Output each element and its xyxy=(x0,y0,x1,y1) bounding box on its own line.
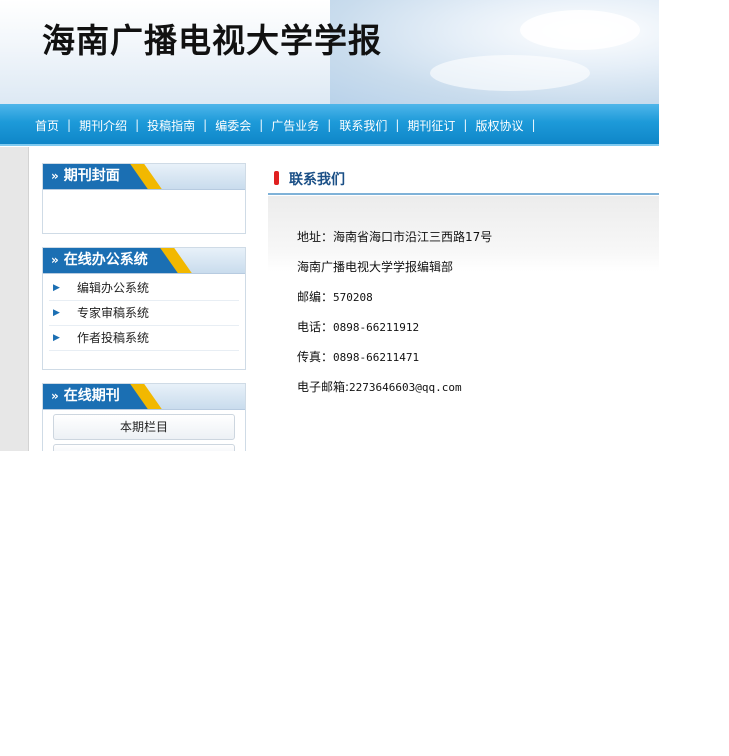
list-item[interactable]: ▶ 作者投稿系统 xyxy=(49,326,239,351)
email-line: 电子邮箱:2273646603@qq.com xyxy=(297,380,492,410)
double-chevron-icon: » xyxy=(51,389,59,403)
nav-separator: | xyxy=(463,118,468,132)
office-panel: » 在线办公系统 ▶ 编辑办公系统 ▶ 专家审稿系统 ▶ 作者投稿系统 xyxy=(42,247,246,370)
banner-cloud xyxy=(520,10,640,50)
online-journal-panel: » 在线期刊 本期栏目 xyxy=(42,383,246,451)
nav-separator: | xyxy=(395,118,400,132)
panel-tab: » 在线办公系统 xyxy=(43,248,182,273)
nav-item-copyright[interactable]: 版权协议 | xyxy=(475,117,543,134)
panel-header: » 在线办公系统 xyxy=(43,248,245,274)
nav-item-label[interactable]: 期刊介绍 xyxy=(79,117,127,134)
phone-line: 电话：0898-66211912 xyxy=(297,320,492,350)
nav-item-editorial-board[interactable]: 编委会 | xyxy=(215,117,271,134)
org-name: 海南广播电视大学学报编辑部 xyxy=(297,260,454,274)
link-label[interactable]: 作者投稿系统 xyxy=(77,331,149,345)
link-label[interactable]: 编辑办公系统 xyxy=(77,281,149,295)
triangle-right-icon: ▶ xyxy=(53,283,60,293)
fax-line: 传真：0898-66211471 xyxy=(297,350,492,380)
cover-panel: » 期刊封面 xyxy=(42,163,246,234)
contact-info: 地址：海南省海口市沿江三西路17号 海南广播电视大学学报编辑部 邮编：57020… xyxy=(297,230,492,410)
nav-item-home[interactable]: 首页 | xyxy=(35,117,79,134)
nav-separator: | xyxy=(67,118,72,132)
red-marker-icon xyxy=(274,171,279,185)
content-header: 联系我们 xyxy=(268,163,659,195)
triangle-right-icon: ▶ xyxy=(53,308,60,318)
banner-cloud xyxy=(430,55,590,91)
list-item[interactable]: ▶ 编辑办公系统 xyxy=(49,276,239,301)
page: 海南广播电视大学学报 首页 | 期刊介绍 | 投稿指南 | 编委会 | 广告业务 | 联系… xyxy=(0,0,659,451)
org-line: 海南广播电视大学学报编辑部 xyxy=(297,260,492,290)
nav-separator: | xyxy=(203,118,208,132)
nav-separator: | xyxy=(531,118,536,132)
postcode-value: 570208 xyxy=(333,291,373,304)
panel-title: 期刊封面 xyxy=(63,168,120,184)
double-chevron-icon: » xyxy=(51,253,59,267)
nav-item-label[interactable]: 投稿指南 xyxy=(147,117,195,134)
email-label: 电子邮箱: xyxy=(297,380,350,394)
fax-label: 传真： xyxy=(297,350,334,364)
site-title: 海南广播电视大学学报 xyxy=(42,21,382,60)
panel-header: » 在线期刊 xyxy=(43,384,245,410)
panel-title: 在线期刊 xyxy=(63,388,120,404)
postcode-label: 邮编： xyxy=(297,290,334,304)
nav-item-label[interactable]: 编委会 xyxy=(215,117,251,134)
nav-separator: | xyxy=(135,118,140,132)
nav-item-contact[interactable]: 联系我们 | xyxy=(339,117,407,134)
next-button[interactable] xyxy=(53,444,235,451)
nav-item-subscription[interactable]: 期刊征订 | xyxy=(407,117,475,134)
panel-title: 在线办公系统 xyxy=(63,252,148,268)
office-link-list: ▶ 编辑办公系统 ▶ 专家审稿系统 ▶ 作者投稿系统 xyxy=(43,274,245,353)
nav-item-advertising[interactable]: 广告业务 | xyxy=(271,117,339,134)
address-value: 海南省海口市沿江三西路17号 xyxy=(333,230,493,244)
panel-header: » 期刊封面 xyxy=(43,164,245,190)
nav-item-label[interactable]: 版权协议 xyxy=(475,117,523,134)
nav-item-intro[interactable]: 期刊介绍 | xyxy=(79,117,147,134)
fax-value: 0898-66211471 xyxy=(333,351,420,364)
double-chevron-icon: » xyxy=(51,169,59,183)
address-label: 地址： xyxy=(297,230,334,244)
link-label[interactable]: 专家审稿系统 xyxy=(77,306,149,320)
list-item[interactable]: ▶ 专家审稿系统 xyxy=(49,301,239,326)
address-line: 地址：海南省海口市沿江三西路17号 xyxy=(297,230,492,260)
current-issue-button[interactable]: 本期栏目 xyxy=(53,414,235,440)
nav-item-submission-guide[interactable]: 投稿指南 | xyxy=(147,117,215,134)
nav-item-label[interactable]: 期刊征订 xyxy=(407,117,455,134)
content-title: 联系我们 xyxy=(289,172,345,188)
site-banner: 海南广播电视大学学报 xyxy=(0,0,659,104)
nav-item-label[interactable]: 广告业务 xyxy=(271,117,319,134)
nav-item-label[interactable]: 联系我们 xyxy=(339,117,387,134)
triangle-right-icon: ▶ xyxy=(53,333,60,343)
email-value[interactable]: 2273646603@qq.com xyxy=(349,381,462,394)
left-gutter xyxy=(0,147,29,451)
nav-item-label[interactable]: 首页 xyxy=(35,117,59,134)
phone-value: 0898-66211912 xyxy=(333,321,420,334)
phone-label: 电话： xyxy=(297,320,334,334)
nav-separator: | xyxy=(327,118,332,132)
main-nav: 首页 | 期刊介绍 | 投稿指南 | 编委会 | 广告业务 | 联系我们 | 期刊征订 | 版… xyxy=(0,104,659,146)
nav-separator: | xyxy=(259,118,264,132)
postcode-line: 邮编：570208 xyxy=(297,290,492,320)
